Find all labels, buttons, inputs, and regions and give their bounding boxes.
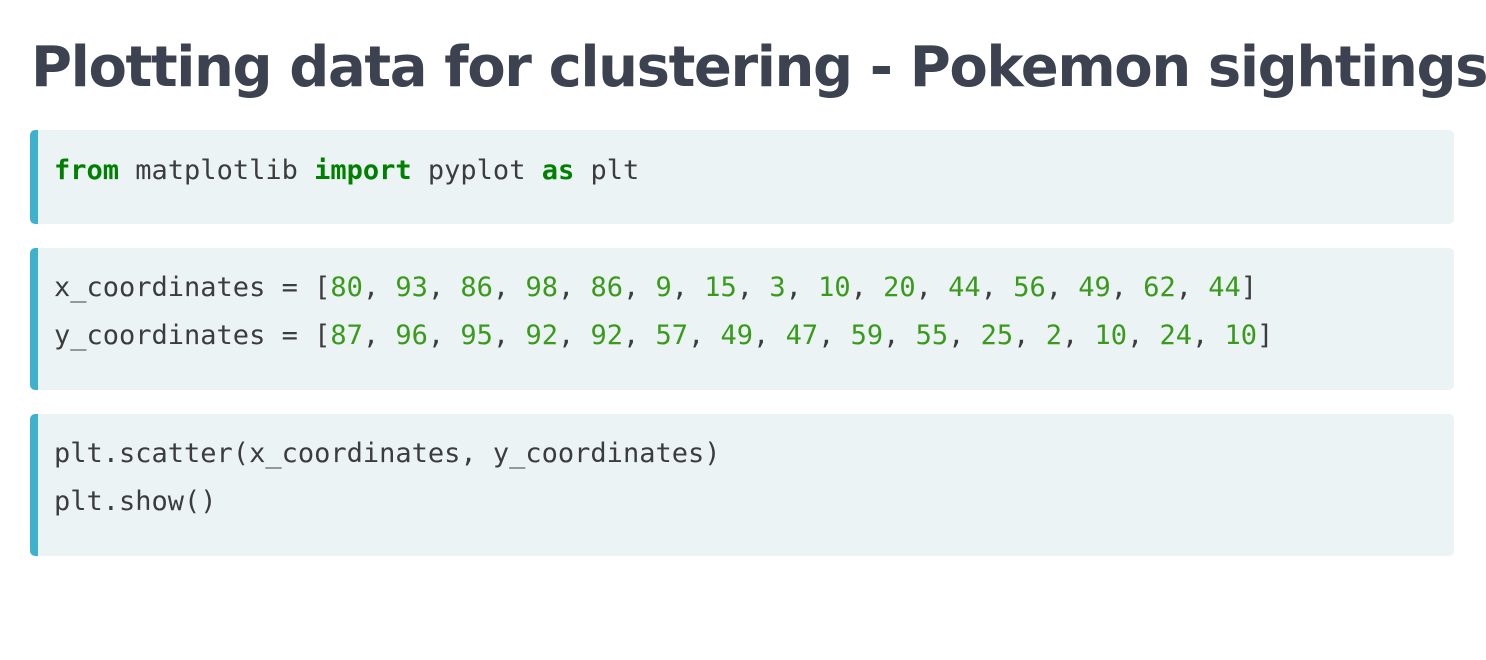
- code-keyword: from: [54, 155, 120, 186]
- code-number: 49: [720, 320, 754, 351]
- code-text: ,: [1192, 320, 1225, 351]
- code-number: 56: [1013, 272, 1046, 303]
- code-text: ,: [1126, 320, 1160, 351]
- code-number: 87: [330, 320, 363, 351]
- code-text: plt.show(): [54, 486, 217, 517]
- code-text: ,: [1061, 320, 1095, 351]
- code-number: 3: [769, 272, 786, 303]
- code-cell-coordinates: x_coordinates = [80, 93, 86, 98, 86, 9, …: [30, 248, 1454, 390]
- code-number: 57: [655, 320, 689, 351]
- code-text: ,: [671, 272, 705, 303]
- code-line: plt.scatter(x_coordinates, y_coordinates…: [54, 430, 1454, 478]
- code-text: ,: [427, 320, 461, 351]
- code-keyword: import: [314, 155, 412, 186]
- code-number: 44: [1208, 272, 1241, 303]
- code-number: 10: [1224, 320, 1258, 351]
- code-line: from matplotlib import pyplot as plt: [54, 147, 1454, 195]
- code-text: ,: [948, 320, 981, 351]
- code-number: 24: [1159, 320, 1193, 351]
- code-number: 20: [883, 272, 916, 303]
- code-number: 47: [785, 320, 819, 351]
- code-number: 86: [460, 272, 493, 303]
- code-text: ,: [818, 320, 851, 351]
- code-text: ,: [622, 320, 656, 351]
- code-number: 49: [1078, 272, 1111, 303]
- code-text: x_coordinates = [: [54, 272, 331, 303]
- code-number: 44: [948, 272, 981, 303]
- code-text: ,: [980, 272, 1014, 303]
- code-number: 98: [525, 272, 558, 303]
- code-number: 95: [460, 320, 493, 351]
- code-line: plt.show(): [54, 478, 1454, 526]
- code-number: 80: [330, 272, 363, 303]
- code-number: 62: [1143, 272, 1176, 303]
- code-keyword: as: [541, 155, 575, 186]
- code-number: 59: [850, 320, 884, 351]
- code-cell-scatter: plt.scatter(x_coordinates, y_coordinates…: [30, 414, 1454, 556]
- code-text: ,: [1045, 272, 1079, 303]
- code-number: 10: [1094, 320, 1127, 351]
- code-line: x_coordinates = [80, 93, 86, 98, 86, 9, …: [54, 264, 1454, 312]
- page-title: Plotting data for clustering - Pokemon s…: [31, 35, 1486, 100]
- code-number: 15: [704, 272, 737, 303]
- code-number: 93: [395, 272, 428, 303]
- code-text: plt: [574, 155, 640, 186]
- code-text: pyplot: [411, 155, 542, 186]
- code-number: 92: [590, 320, 623, 351]
- code-text: ]: [1257, 320, 1274, 351]
- code-text: ,: [1175, 272, 1209, 303]
- code-number: 2: [1045, 320, 1062, 351]
- code-cell-import: from matplotlib import pyplot as plt: [30, 130, 1454, 224]
- code-text: ,: [557, 272, 591, 303]
- code-number: 10: [818, 272, 851, 303]
- code-text: ,: [492, 272, 526, 303]
- code-text: ,: [492, 320, 526, 351]
- code-number: 86: [590, 272, 623, 303]
- code-text: ,: [427, 272, 461, 303]
- code-text: ,: [1110, 272, 1144, 303]
- code-number: 55: [915, 320, 949, 351]
- code-number: 92: [525, 320, 558, 351]
- code-text: y_coordinates = [: [54, 320, 331, 351]
- code-text: matplotlib: [119, 155, 315, 186]
- code-line: y_coordinates = [87, 96, 95, 92, 92, 57,…: [54, 312, 1454, 360]
- code-text: ,: [622, 272, 656, 303]
- code-text: ,: [362, 320, 396, 351]
- code-text: ,: [557, 320, 591, 351]
- code-text: ,: [736, 272, 770, 303]
- code-text: ]: [1240, 272, 1258, 303]
- code-text: ,: [883, 320, 916, 351]
- code-text: ,: [915, 272, 949, 303]
- code-number: 25: [980, 320, 1014, 351]
- code-text: plt.scatter(x_coordinates, y_coordinates…: [54, 438, 721, 469]
- code-text: ,: [785, 272, 819, 303]
- code-text: ,: [362, 272, 396, 303]
- code-text: ,: [753, 320, 786, 351]
- code-text: ,: [1013, 320, 1046, 351]
- code-text: ,: [850, 272, 884, 303]
- code-number: 96: [395, 320, 428, 351]
- code-text: ,: [688, 320, 721, 351]
- code-number: 9: [655, 272, 672, 303]
